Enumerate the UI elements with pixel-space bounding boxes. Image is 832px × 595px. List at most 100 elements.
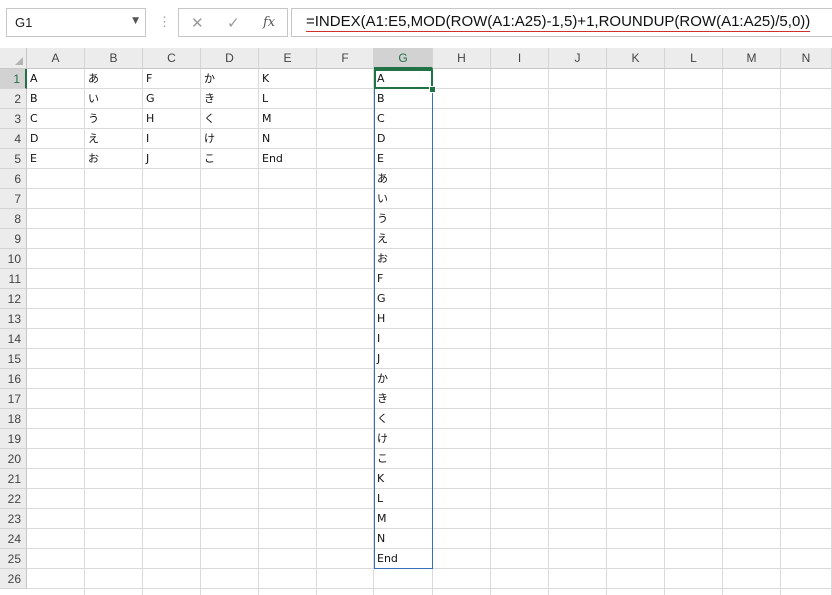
name-box[interactable]: G1 ▼ (6, 8, 146, 37)
worksheet-grid[interactable]: ABCDEFGHIJKLMN 1 2 3 4 5 6 7 8 9 10 11 12 13 14 15 16 17… (0, 48, 832, 595)
column-header-a[interactable]: A (27, 48, 85, 69)
column-header-h[interactable]: H (433, 48, 491, 69)
row-header-17[interactable]: 17 (0, 389, 27, 409)
row-header-7[interactable]: 7 (0, 189, 27, 209)
column-header-f[interactable]: F (317, 48, 374, 69)
column-header-g[interactable]: G (374, 48, 433, 69)
cell-g23[interactable]: M (374, 509, 433, 529)
formula-input[interactable]: =INDEX(A1:E5,MOD(ROW(A1:A25)-1,5)+1,ROUN… (291, 8, 832, 37)
cell-g14[interactable]: I (374, 329, 433, 349)
cell-e2[interactable]: L (259, 89, 317, 109)
row-header-22[interactable]: 22 (0, 489, 27, 509)
row-header-12[interactable]: 12 (0, 289, 27, 309)
cell-g10[interactable]: お (374, 249, 433, 269)
cell-e3[interactable]: M (259, 109, 317, 129)
row-header-23[interactable]: 23 (0, 509, 27, 529)
column-header-b[interactable]: B (85, 48, 143, 69)
cell-b4[interactable]: え (85, 129, 143, 149)
row-header-6[interactable]: 6 (0, 169, 27, 189)
cell-c3[interactable]: H (143, 109, 201, 129)
cell-d1[interactable]: か (201, 69, 259, 89)
cell-g3[interactable]: C (374, 109, 433, 129)
column-header-k[interactable]: K (607, 48, 665, 69)
cell-g24[interactable]: N (374, 529, 433, 549)
cell-a1[interactable]: A (27, 69, 85, 89)
cell-g12[interactable]: G (374, 289, 433, 309)
cell-g18[interactable]: く (374, 409, 433, 429)
column-header-e[interactable]: E (259, 48, 317, 69)
cell-b1[interactable]: あ (85, 69, 143, 89)
fill-handle[interactable] (429, 86, 436, 93)
cell-g13[interactable]: H (374, 309, 433, 329)
row-header-10[interactable]: 10 (0, 249, 27, 269)
cell-g1[interactable]: A (374, 69, 433, 89)
cell-b3[interactable]: う (85, 109, 143, 129)
cell-d3[interactable]: く (201, 109, 259, 129)
row-header-21[interactable]: 21 (0, 469, 27, 489)
cell-g5[interactable]: E (374, 149, 433, 169)
cell-g15[interactable]: J (374, 349, 433, 369)
cell-g25[interactable]: End (374, 549, 433, 569)
row-header-20[interactable]: 20 (0, 449, 27, 469)
cell-g19[interactable]: け (374, 429, 433, 449)
cell-a5[interactable]: E (27, 149, 85, 169)
row-header-4[interactable]: 4 (0, 129, 27, 149)
cell-a4[interactable]: D (27, 129, 85, 149)
select-all-button[interactable] (0, 48, 27, 69)
row-header-14[interactable]: 14 (0, 329, 27, 349)
row-header-26[interactable]: 26 (0, 569, 27, 589)
cell-g17[interactable]: き (374, 389, 433, 409)
column-header-i[interactable]: I (491, 48, 549, 69)
row-header-2[interactable]: 2 (0, 89, 27, 109)
cell-b2[interactable]: い (85, 89, 143, 109)
row-header-18[interactable]: 18 (0, 409, 27, 429)
cell-a3[interactable]: C (27, 109, 85, 129)
cell-g6[interactable]: あ (374, 169, 433, 189)
row-header-24[interactable]: 24 (0, 529, 27, 549)
row-header-11[interactable]: 11 (0, 269, 27, 289)
column-header-l[interactable]: L (665, 48, 723, 69)
row-header-8[interactable]: 8 (0, 209, 27, 229)
row-header-15[interactable]: 15 (0, 349, 27, 369)
row-header-9[interactable]: 9 (0, 229, 27, 249)
cell-g21[interactable]: K (374, 469, 433, 489)
row-header-25[interactable]: 25 (0, 549, 27, 569)
cell-d5[interactable]: こ (201, 149, 259, 169)
cell-e4[interactable]: N (259, 129, 317, 149)
row-header-13[interactable]: 13 (0, 309, 27, 329)
insert-function-button[interactable]: fx (263, 15, 275, 30)
cell-d4[interactable]: け (201, 129, 259, 149)
column-header-n[interactable]: N (781, 48, 832, 69)
column-header-j[interactable]: J (549, 48, 607, 69)
cell-c4[interactable]: I (143, 129, 201, 149)
cell-d2[interactable]: き (201, 89, 259, 109)
column-header-m[interactable]: M (723, 48, 781, 69)
cancel-icon[interactable]: ✕ (191, 14, 204, 32)
cell-g20[interactable]: こ (374, 449, 433, 469)
cell-b5[interactable]: お (85, 149, 143, 169)
caret-down-icon[interactable]: ▼ (132, 16, 139, 26)
formula-bar-grip[interactable]: ⋮ (158, 14, 171, 30)
column-header-c[interactable]: C (143, 48, 201, 69)
cell-g11[interactable]: F (374, 269, 433, 289)
cell-g7[interactable]: い (374, 189, 433, 209)
cell-g8[interactable]: う (374, 209, 433, 229)
cell-g4[interactable]: D (374, 129, 433, 149)
cell-e1[interactable]: K (259, 69, 317, 89)
cell-c1[interactable]: F (143, 69, 201, 89)
cell-c2[interactable]: G (143, 89, 201, 109)
enter-check-icon[interactable]: ✓ (227, 14, 240, 32)
row-header-5[interactable]: 5 (0, 149, 27, 169)
cell-c5[interactable]: J (143, 149, 201, 169)
cell-g2[interactable]: B (374, 89, 433, 109)
row-header-19[interactable]: 19 (0, 429, 27, 449)
column-header-d[interactable]: D (201, 48, 259, 69)
row-header-1[interactable]: 1 (0, 69, 27, 89)
row-header-16[interactable]: 16 (0, 369, 27, 389)
cell-g22[interactable]: L (374, 489, 433, 509)
cell-g9[interactable]: え (374, 229, 433, 249)
cell-e5[interactable]: End (259, 149, 317, 169)
row-header-3[interactable]: 3 (0, 109, 27, 129)
cell-a2[interactable]: B (27, 89, 85, 109)
cell-g16[interactable]: か (374, 369, 433, 389)
